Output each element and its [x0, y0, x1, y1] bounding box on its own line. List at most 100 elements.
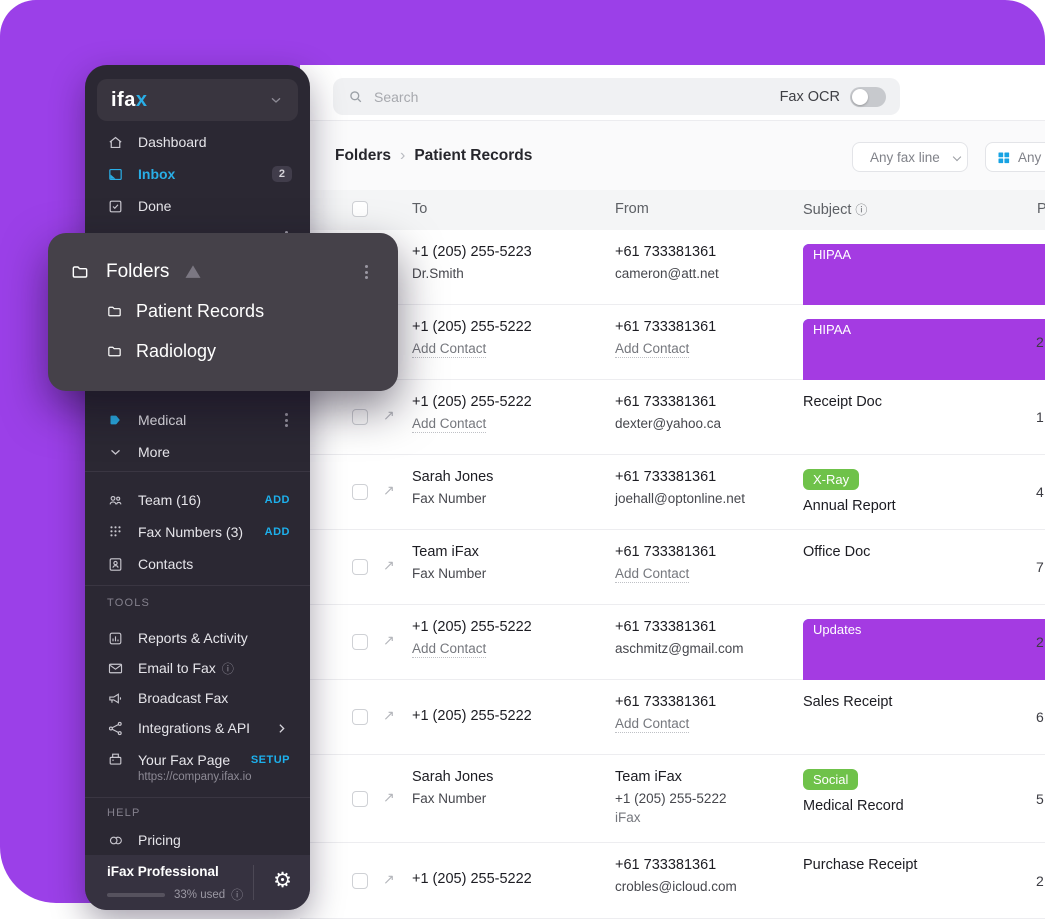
pages-count: 7	[1036, 559, 1044, 575]
sidebar-item-integrations[interactable]: Integrations & API	[99, 713, 296, 743]
add-contact-link[interactable]: Add Contact	[412, 641, 487, 658]
sidebar-item-label: Broadcast Fax	[138, 690, 229, 706]
sidebar-item-pricing[interactable]: Pricing	[99, 825, 296, 855]
search-field[interactable]: Search Fax OCR	[333, 78, 900, 115]
sidebar-item-contacts[interactable]: Contacts	[99, 549, 296, 579]
kebab-menu-icon[interactable]	[281, 409, 292, 431]
table-row[interactable]: ↗ +1 (205) 255-5222 Add Contact +61 73338…	[300, 605, 1045, 919]
integrations-icon	[108, 721, 122, 735]
row-checkbox[interactable]	[352, 790, 368, 807]
sidebar-item-inbox[interactable]: Inbox 2	[99, 159, 296, 189]
breadcrumb: Folders › Patient Records	[335, 147, 532, 165]
row-checkbox[interactable]	[352, 409, 368, 425]
sidebar-item-medical[interactable]: Medical	[99, 405, 296, 435]
fax-ocr-toggle[interactable]	[850, 86, 886, 107]
add-contact-link[interactable]: Add Contact	[615, 341, 690, 358]
fax-line-filter-button[interactable]: Any fax line	[852, 142, 968, 172]
subject-text: Sales Receipt	[803, 694, 893, 710]
table-row[interactable]: ↗ Sarah Jones Fax Number +61 733381361 joe…	[300, 455, 1045, 530]
logo-x: x	[135, 88, 148, 111]
extension-filter-button[interactable]: Any e	[985, 142, 1045, 172]
top-search-bar: Search Fax OCR	[300, 65, 1045, 121]
tag-list: PDFHIPAA	[803, 319, 1045, 919]
contact-secondary: +1 (205) 255-5222	[615, 791, 727, 806]
add-contact-link[interactable]: Add Contact	[615, 716, 690, 733]
contact-primary: +1 (205) 255-5222	[412, 394, 532, 410]
row-checkbox[interactable]	[352, 559, 368, 575]
row-checkbox[interactable]	[352, 484, 368, 500]
contact-secondary: Add Contact	[412, 341, 602, 358]
done-icon	[109, 200, 122, 212]
add-contact-link[interactable]: Add Contact	[412, 416, 487, 433]
sidebar-item-reports[interactable]: Reports & Activity	[99, 623, 296, 653]
column-header-from[interactable]: From	[615, 201, 649, 217]
google-drive-icon	[185, 265, 201, 278]
info-icon: ⓘ	[221, 661, 234, 676]
search-input[interactable]: Search	[374, 89, 780, 105]
outgoing-arrow-icon: ↗	[383, 632, 395, 648]
contact-primary: +61 733381361	[615, 857, 717, 873]
sidebar-item-label: Inbox	[138, 166, 176, 182]
subject-cell: Social Medical Record	[803, 769, 1023, 814]
row-checkbox[interactable]	[352, 709, 368, 725]
column-header-pages[interactable]: P	[1037, 201, 1045, 217]
pages-count: 6	[1036, 709, 1044, 725]
table-row[interactable]: ↗ Sarah Jones Fax Number Team iFax +1 (205…	[300, 755, 1045, 843]
sidebar-item-more[interactable]: More	[99, 437, 296, 467]
sidebar-item-done[interactable]: Done	[99, 191, 296, 221]
outgoing-arrow-icon: ↗	[383, 707, 395, 723]
table-row[interactable]: ↗ +1 (205) 255-5223 Dr.Smith +61 73338136…	[300, 230, 1045, 919]
row-checkbox[interactable]	[352, 634, 368, 650]
contact-primary: +1 (205) 255-5222	[412, 319, 532, 335]
table-header: To From Subject ⓘ P	[300, 190, 1045, 231]
sidebar-item-label: Your Fax Page	[138, 751, 231, 768]
popup-title: Folders	[106, 261, 170, 282]
sidebar-item-email-to-fax[interactable]: Email to Fax ⓘ	[99, 653, 296, 683]
divider	[253, 865, 254, 900]
settings-gear-icon[interactable]: ⚙	[273, 868, 292, 893]
row-checkbox[interactable]	[352, 872, 368, 889]
column-header-subject[interactable]: Subject ⓘ	[803, 201, 867, 218]
add-team-link[interactable]: ADD	[265, 494, 290, 506]
popup-item-patient-records[interactable]: Patient Records	[106, 301, 264, 322]
sidebar-item-dashboard[interactable]: Dashboard	[99, 127, 296, 157]
table-row[interactable]: ↗ +1 (205) 255-5222 +61 733381361 Add Con…	[300, 680, 1045, 755]
popup-folders-header[interactable]: Folders	[70, 261, 376, 283]
table-row[interactable]: ↗ +1 (205) 255-5222 +61 733381361 crobles…	[300, 843, 1045, 919]
setup-link[interactable]: SETUP	[251, 754, 290, 766]
popup-item-radiology[interactable]: Radiology	[106, 341, 216, 362]
toggle-knob	[852, 88, 868, 105]
contact-secondary: crobles@icloud.com	[615, 879, 737, 894]
kebab-menu-icon[interactable]	[361, 261, 372, 283]
breadcrumb-row: Folders › Patient Records Any fax line A…	[300, 121, 1045, 190]
sidebar-item-fax-numbers[interactable]: Fax Numbers (3) ADD	[99, 517, 296, 547]
table-row[interactable]: ↗ +1 (205) 255-5222 Add Contact +61 73338…	[300, 380, 1045, 455]
add-contact-link[interactable]: Add Contact	[615, 566, 690, 583]
fax-page-url: https://company.ifax.io	[138, 771, 252, 783]
usage-label: 33% used	[174, 888, 226, 901]
sidebar-item-broadcast-fax[interactable]: Broadcast Fax	[99, 683, 296, 713]
table-row[interactable]: ↗ Team iFax Fax Number +61 733381361 Add C…	[300, 530, 1045, 605]
sidebar-item-label: Team (16)	[138, 492, 202, 508]
add-contact-link[interactable]: Add Contact	[412, 341, 487, 358]
to-cell: +1 (205) 255-5222	[412, 871, 602, 893]
select-all-checkbox[interactable]	[352, 201, 368, 217]
tag-list: X-Ray	[803, 469, 1023, 490]
contact-primary: Sarah Jones	[412, 769, 494, 785]
divider	[85, 585, 310, 586]
sidebar-item-team[interactable]: Team (16) ADD	[99, 485, 296, 515]
inbox-count-badge: 2	[271, 166, 292, 182]
contact-primary: Sarah Jones	[412, 469, 494, 485]
subject-text: Office Doc	[803, 544, 871, 560]
column-header-to[interactable]: To	[412, 201, 427, 217]
plan-name: iFax Professional	[107, 864, 219, 879]
contact-primary: Team iFax	[615, 769, 682, 785]
workspace-switcher[interactable]: ifax	[97, 79, 298, 121]
contacts-icon	[109, 557, 122, 571]
help-section-header: HELP	[107, 807, 141, 819]
sidebar-item-fax-page[interactable]: Your Fax Page SETUP https://company.ifax…	[99, 745, 296, 789]
table-row[interactable]: ↗ +1 (205) 255-5222 Add Contact +61 73338…	[300, 305, 1045, 919]
add-fax-number-link[interactable]: ADD	[265, 526, 290, 538]
email-to-fax-label: Email to Fax	[138, 659, 216, 676]
breadcrumb-folders[interactable]: Folders	[335, 147, 391, 165]
